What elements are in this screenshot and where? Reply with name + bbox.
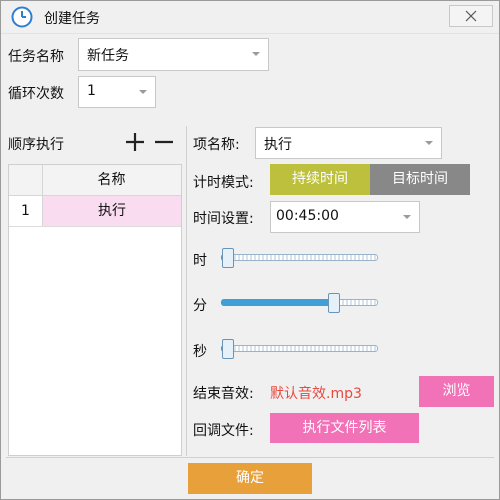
item-name-value: 执行	[264, 137, 292, 153]
loop-count-label: 循环次数	[8, 86, 64, 102]
second-label: 秒	[193, 344, 207, 360]
window-title: 创建任务	[44, 11, 100, 27]
mode-target-time-button[interactable]: 目标时间	[370, 164, 470, 195]
row-index: 1	[9, 196, 43, 226]
item-name-label: 项名称:	[193, 137, 240, 153]
title-bar: 创建任务	[1, 1, 499, 34]
footer-divider	[6, 457, 494, 458]
ok-button[interactable]: 确定	[188, 463, 312, 494]
minute-slider[interactable]	[221, 293, 378, 313]
slider-thumb[interactable]	[222, 248, 234, 268]
minus-icon	[155, 140, 173, 144]
sequence-list[interactable]: 名称 1 执行	[8, 164, 182, 456]
mode-duration-button[interactable]: 持续时间	[270, 164, 370, 195]
clock-icon	[11, 6, 33, 28]
slider-thumb[interactable]	[222, 339, 234, 359]
end-sound-label: 结束音效:	[193, 386, 254, 402]
vertical-divider	[186, 126, 187, 456]
browse-button[interactable]: 浏览	[419, 376, 494, 407]
table-row[interactable]: 1 执行	[9, 196, 181, 227]
slider-track	[221, 345, 378, 352]
second-slider[interactable]	[221, 339, 378, 359]
task-window: 创建任务 任务名称 新任务 循环次数 1 顺序执行 名称 1 执行 项名称: 执…	[0, 0, 500, 500]
loop-count-combo[interactable]: 1	[78, 76, 156, 108]
task-name-label: 任务名称	[8, 49, 64, 65]
close-icon	[465, 10, 477, 22]
chevron-down-icon	[403, 215, 411, 219]
time-setting-combo[interactable]: 00:45:00	[270, 201, 420, 233]
loop-count-value: 1	[87, 83, 96, 99]
add-item-button[interactable]	[125, 132, 145, 152]
time-setting-value: 00:45:00	[276, 208, 339, 224]
hour-slider[interactable]	[221, 248, 378, 268]
timer-mode-label: 计时模式:	[193, 175, 254, 191]
task-name-value: 新任务	[87, 48, 129, 64]
callback-file-list-button[interactable]: 执行文件列表	[270, 413, 419, 443]
callback-file-label: 回调文件:	[193, 423, 254, 439]
chevron-down-icon	[425, 141, 433, 145]
close-button[interactable]	[449, 5, 493, 27]
index-column-header	[9, 165, 43, 195]
minute-label: 分	[193, 298, 207, 314]
sequence-label: 顺序执行	[8, 137, 64, 153]
item-name-combo[interactable]: 执行	[255, 127, 442, 159]
name-column-header: 名称	[97, 172, 126, 188]
chevron-down-icon	[252, 52, 260, 56]
slider-fill	[221, 299, 334, 306]
row-name[interactable]: 执行	[43, 196, 181, 226]
end-sound-value: 默认音效.mp3	[270, 386, 362, 402]
slider-thumb[interactable]	[327, 293, 340, 313]
time-setting-label: 时间设置:	[193, 211, 254, 227]
slider-track	[221, 254, 378, 261]
hour-label: 时	[193, 253, 207, 269]
chevron-down-icon	[139, 90, 147, 94]
task-name-combo[interactable]: 新任务	[78, 38, 269, 71]
table-header: 名称	[9, 165, 181, 196]
remove-item-button[interactable]	[154, 132, 174, 152]
plus-icon	[126, 133, 144, 151]
